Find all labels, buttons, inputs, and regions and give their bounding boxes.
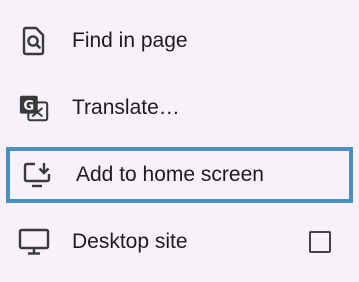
desktop-icon: [18, 226, 50, 258]
menu-item-desktop-site[interactable]: Desktop site: [0, 208, 359, 275]
menu-item-label: Translate…: [72, 95, 180, 119]
menu-item-find-in-page[interactable]: Find in page: [0, 7, 359, 74]
menu-item-label: Add to home screen: [76, 163, 264, 186]
translate-icon: G: [18, 92, 50, 124]
desktop-site-checkbox[interactable]: [309, 230, 331, 253]
menu-item-translate[interactable]: G Translate…: [0, 74, 359, 141]
menu-item-add-to-home-screen[interactable]: Add to home screen: [6, 147, 353, 203]
svg-text:G: G: [23, 98, 34, 113]
find-in-page-icon: [18, 25, 50, 57]
menu-item-label: Find in page: [72, 28, 188, 52]
add-to-home-screen-icon: [22, 159, 54, 191]
menu-item-label: Desktop site: [72, 229, 188, 253]
overflow-menu: Find in page G Translate… Add to home sc…: [0, 0, 359, 282]
